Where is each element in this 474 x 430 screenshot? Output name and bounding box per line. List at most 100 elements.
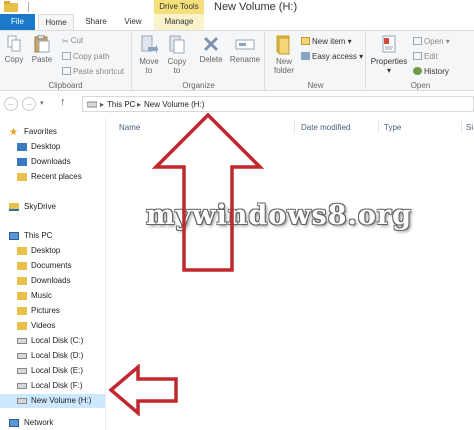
nav-desktop-fav[interactable]: Desktop (0, 140, 100, 154)
scissors-icon: ✂ (62, 37, 69, 46)
cut-button[interactable]: ✂ Cut (62, 36, 84, 46)
forward-button[interactable]: → (22, 97, 36, 111)
new-group: New folder New item ▾ Easy access ▾ New (266, 31, 366, 91)
pictures-folder-icon (17, 307, 27, 315)
downloads-folder-icon (17, 277, 27, 285)
nav-network[interactable]: Network (0, 416, 100, 430)
recent-locations-chevron-icon[interactable]: ▾ (40, 99, 44, 107)
edit-button[interactable]: Edit (413, 52, 438, 61)
copy-to-button[interactable]: Copy to (165, 35, 189, 75)
paste-icon (34, 35, 50, 53)
nav-downloads-fav[interactable]: Downloads (0, 155, 100, 169)
nav-local-disk-d[interactable]: Local Disk (D:) (0, 349, 100, 363)
open-label: Open (424, 37, 444, 46)
column-separator[interactable] (461, 121, 462, 133)
history-label: History (424, 67, 449, 76)
downloads-icon (17, 158, 27, 166)
recent-places-icon (17, 173, 27, 181)
nav-this-pc[interactable]: This PC (0, 229, 100, 243)
folder-icon[interactable] (4, 1, 18, 12)
nav-music[interactable]: Music (0, 289, 100, 303)
edit-label: Edit (424, 52, 438, 61)
new-item-icon (301, 37, 310, 45)
column-header-name[interactable]: Name (119, 123, 140, 132)
properties-icon (382, 35, 396, 53)
rename-button[interactable]: Rename (229, 35, 261, 64)
paste-button[interactable]: Paste (30, 35, 54, 64)
paste-shortcut-icon (62, 67, 71, 75)
nav-local-disk-e[interactable]: Local Disk (E:) (0, 364, 100, 378)
rename-label: Rename (229, 55, 261, 64)
copy-path-button[interactable]: Copy path (62, 52, 109, 61)
tab-file[interactable]: File (0, 14, 35, 30)
column-separator[interactable] (294, 121, 295, 133)
cut-label: Cut (70, 36, 84, 45)
nav-local-disk-f[interactable]: Local Disk (F:) (0, 379, 100, 393)
new-folder-label-2: folder (273, 66, 294, 75)
tab-share[interactable]: Share (78, 14, 114, 30)
address-bar: ← → ▾ ↑ ▸ This PC ▸ New Volume (H:) (0, 94, 474, 114)
nav-disk-d-label: Local Disk (D:) (31, 351, 84, 360)
breadcrumb-this-pc[interactable]: This PC (107, 100, 135, 109)
breadcrumb-new-volume[interactable]: New Volume (H:) (144, 100, 204, 109)
easy-access-icon (301, 52, 310, 60)
open-icon (413, 37, 422, 45)
back-arrow-icon: ← (7, 99, 15, 108)
easy-access-button[interactable]: Easy access ▾ (301, 52, 363, 61)
new-folder-icon (276, 35, 290, 55)
nav-new-volume-h[interactable]: New Volume (H:) (0, 394, 105, 408)
column-header-size[interactable]: Si (466, 123, 473, 132)
history-button[interactable]: History (413, 67, 449, 76)
nav-disk-e-label: Local Disk (E:) (31, 366, 84, 375)
new-item-button[interactable]: New item ▾ (301, 37, 352, 46)
desktop-icon (17, 143, 27, 151)
paste-shortcut-button[interactable]: Paste shortcut (62, 67, 124, 76)
tab-manage[interactable]: Manage (154, 14, 204, 30)
delete-label: Delete (199, 55, 223, 64)
column-separator[interactable] (378, 121, 379, 133)
properties-button[interactable]: Properties ▾ (369, 35, 409, 75)
address-input[interactable]: ▸ This PC ▸ New Volume (H:) (82, 96, 474, 112)
nav-pictures-label: Pictures (31, 306, 60, 315)
nav-local-disk-c[interactable]: Local Disk (C:) (0, 334, 100, 348)
breadcrumb-sep-2: ▸ (137, 100, 142, 109)
desktop-folder-icon (17, 247, 27, 255)
edit-icon (413, 52, 422, 60)
copy-icon (7, 35, 21, 52)
back-button[interactable]: ← (4, 97, 18, 111)
move-to-button[interactable]: Move to (137, 35, 161, 75)
nav-videos[interactable]: Videos (0, 319, 100, 333)
up-arrow-icon[interactable]: ↑ (60, 96, 66, 108)
window-title: New Volume (H:) (214, 1, 298, 13)
rename-icon (235, 39, 255, 50)
nav-documents[interactable]: Documents (0, 259, 100, 273)
nav-desktop-label: Desktop (31, 246, 61, 255)
history-icon (413, 67, 422, 75)
organize-group-label: Organize (182, 81, 215, 90)
column-header-date-modified[interactable]: Date modified (301, 123, 350, 132)
organize-group: Move to Copy to Delete Rename Organize (133, 31, 265, 91)
nav-skydrive[interactable]: SkyDrive (0, 200, 100, 214)
open-button[interactable]: Open ▾ (413, 37, 450, 46)
nav-desktop[interactable]: Desktop (0, 244, 100, 258)
drive-h-icon (17, 398, 27, 404)
nav-downloads[interactable]: Downloads (0, 274, 100, 288)
drive-f-icon (17, 383, 27, 389)
network-icon (9, 419, 19, 427)
column-header-type[interactable]: Type (384, 123, 401, 132)
new-item-label: New item (312, 37, 346, 46)
new-folder-button[interactable]: New folder (270, 35, 298, 75)
paste-label: Paste (31, 55, 53, 64)
nav-downloads-label: Downloads (31, 276, 71, 285)
copy-path-icon (62, 52, 71, 60)
nav-pictures[interactable]: Pictures (0, 304, 100, 318)
nav-favorites[interactable]: ★ Favorites (0, 125, 100, 139)
breadcrumb-sep-1: ▸ (100, 100, 105, 109)
open-group-label: Open (410, 81, 431, 90)
delete-button[interactable]: Delete (197, 35, 225, 64)
clipboard-group: Copy Paste ✂ Cut Copy path Paste shortcut… (0, 31, 132, 91)
copy-button[interactable]: Copy (3, 35, 25, 64)
nav-recent-places[interactable]: Recent places (0, 170, 100, 184)
tab-view[interactable]: View (116, 14, 150, 30)
tab-home[interactable]: Home (38, 14, 74, 30)
